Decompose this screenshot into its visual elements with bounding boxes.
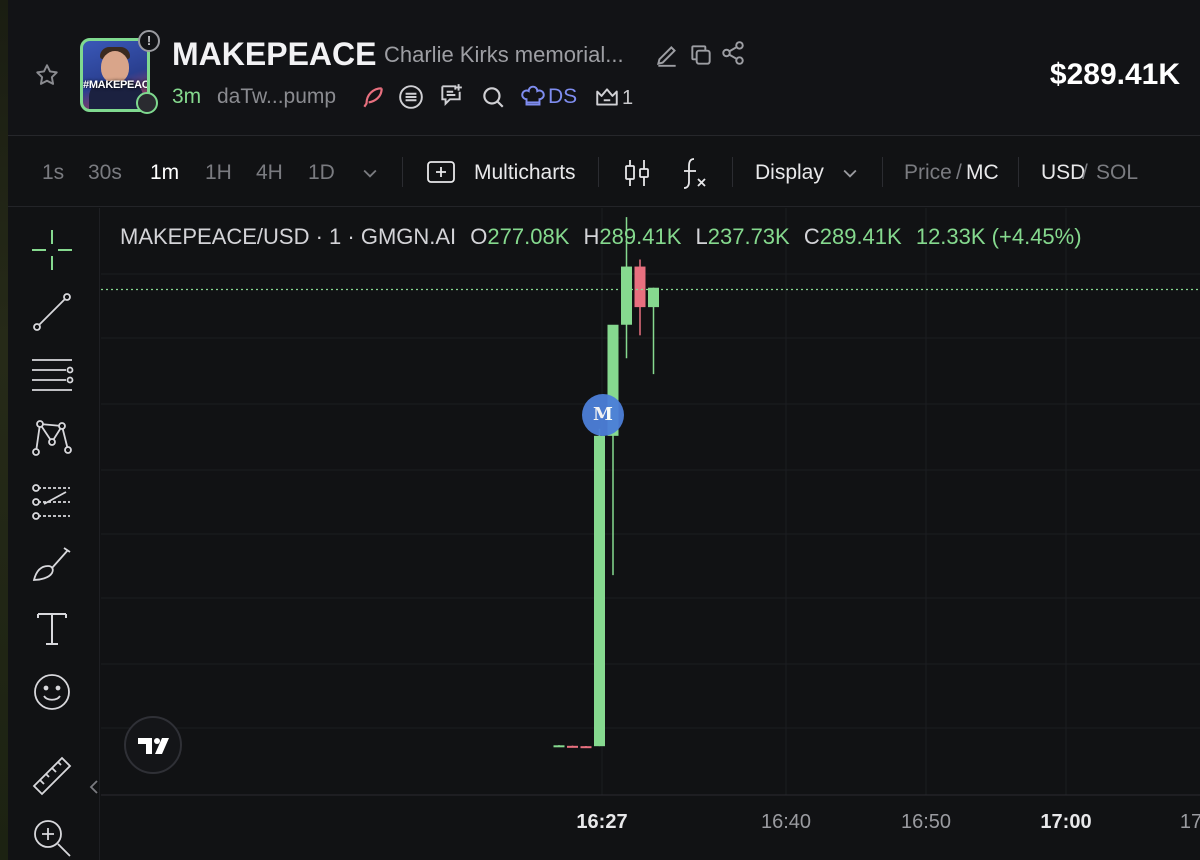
usd-sol-slash: / xyxy=(1082,161,1088,184)
projection-icon[interactable] xyxy=(30,480,74,524)
indicators-icon[interactable] xyxy=(678,155,712,191)
legend-close-value: 289.41K xyxy=(819,224,902,249)
drawing-toolbar xyxy=(8,208,100,860)
token-address[interactable]: daTw...pump xyxy=(217,85,336,109)
market-cap-value: $289.41K xyxy=(1049,58,1180,91)
display-menu[interactable]: Display xyxy=(755,161,824,185)
emoji-icon[interactable] xyxy=(30,670,74,714)
list-icon[interactable] xyxy=(398,84,424,110)
search-icon[interactable] xyxy=(480,84,506,110)
toolbar-divider xyxy=(882,157,883,187)
chevron-down-icon[interactable] xyxy=(360,163,380,183)
interval-4h[interactable]: 4H xyxy=(256,161,283,185)
collapse-tools-icon[interactable] xyxy=(88,778,100,796)
ruler-icon[interactable] xyxy=(30,754,74,798)
toolbar-divider xyxy=(598,157,599,187)
feather-icon[interactable] xyxy=(360,84,386,110)
candles-icon[interactable] xyxy=(622,157,652,189)
edit-badge-icon[interactable] xyxy=(136,92,158,114)
usd-toggle[interactable]: USD xyxy=(1041,161,1085,185)
trendline-icon[interactable] xyxy=(30,290,74,334)
chart-toolbar: 1s 30s 1m 1H 4H 1D Multicharts Display P… xyxy=(8,137,1200,207)
brush-icon[interactable] xyxy=(30,542,74,586)
candle-body xyxy=(634,266,646,308)
interval-30s[interactable]: 30s xyxy=(88,161,122,185)
crosshair-icon[interactable] xyxy=(30,228,74,272)
candlestick-chart[interactable]: 16:27 16:40 16:50 17:00 17 xyxy=(101,208,1200,860)
interval-1d[interactable]: 1D xyxy=(308,161,335,185)
info-badge-icon[interactable]: ! xyxy=(138,30,160,52)
candle-body xyxy=(567,745,578,748)
interval-1s[interactable]: 1s xyxy=(42,161,64,185)
window-edge xyxy=(0,0,8,860)
candle-body xyxy=(648,287,659,308)
interval-1h[interactable]: 1H xyxy=(205,161,232,185)
chat-icon[interactable] xyxy=(438,82,464,108)
tradingview-logo[interactable] xyxy=(124,716,182,774)
legend-high-label: H xyxy=(583,224,600,249)
token-name: MAKEPEACE xyxy=(172,36,377,72)
crown-icon[interactable] xyxy=(594,84,620,110)
x-tick-label: 16:27 xyxy=(576,811,627,833)
chevron-down-icon[interactable] xyxy=(840,163,860,183)
candle-body xyxy=(594,435,605,747)
text-icon[interactable] xyxy=(30,606,74,650)
x-tick-label: 16:40 xyxy=(761,811,811,833)
zoom-in-icon[interactable] xyxy=(30,816,74,860)
chef-hat-icon[interactable] xyxy=(520,84,546,110)
add-chart-icon[interactable] xyxy=(426,159,456,185)
x-tick-label: 16:50 xyxy=(901,811,951,833)
toolbar-divider xyxy=(1018,157,1019,187)
token-header: #MAKEPEACE ! MAKEPEACE Charlie Kirks mem… xyxy=(8,0,1200,136)
legend-low-label: L xyxy=(695,224,708,249)
price-mc-slash: / xyxy=(956,161,962,184)
edit-icon[interactable] xyxy=(654,42,680,68)
price-toggle[interactable]: Price xyxy=(904,161,952,185)
tradingview-logo-icon xyxy=(138,738,169,754)
star-icon[interactable] xyxy=(34,62,60,88)
sol-toggle[interactable]: SOL xyxy=(1096,161,1138,185)
legend-change: 12.33K (+4.45%) xyxy=(915,224,1082,249)
copy-icon[interactable] xyxy=(688,42,714,68)
legend-open-value: 277.08K xyxy=(487,224,570,249)
multicharts-button[interactable]: Multicharts xyxy=(474,161,576,185)
chart-legend: MAKEPEACE/USD · 1 · GMGN.AI O277.08K H28… xyxy=(120,224,1082,250)
toolbar-divider xyxy=(732,157,733,187)
x-tick-label: 17:00 xyxy=(1040,811,1091,833)
pattern-icon[interactable] xyxy=(30,416,74,460)
share-icon[interactable] xyxy=(720,40,746,66)
crown-count: 1 xyxy=(622,87,634,109)
fib-icon[interactable] xyxy=(30,354,74,398)
ds-label[interactable]: DS xyxy=(548,85,577,109)
price-chart[interactable]: 16:27 16:40 16:50 17:00 17 xyxy=(101,208,1200,860)
migration-marker[interactable]: M xyxy=(582,394,624,436)
legend-symbol: MAKEPEACE/USD · 1 · GMGN.AI xyxy=(120,224,457,249)
token-age: 3m xyxy=(172,85,202,108)
legend-low-value: 237.73K xyxy=(707,224,790,249)
mc-toggle[interactable]: MC xyxy=(966,161,999,185)
candle-body xyxy=(621,266,632,325)
token-description: Charlie Kirks memorial... xyxy=(384,42,624,67)
candle-body xyxy=(553,745,565,748)
interval-1m[interactable]: 1m xyxy=(150,161,179,185)
legend-open-label: O xyxy=(470,224,488,249)
toolbar-divider xyxy=(402,157,403,187)
legend-close-label: C xyxy=(803,224,820,249)
legend-high-value: 289.41K xyxy=(599,224,682,249)
candle-body xyxy=(580,746,592,749)
x-tick-label: 17 xyxy=(1180,811,1200,833)
avatar-tag: #MAKEPEACE xyxy=(83,79,150,91)
